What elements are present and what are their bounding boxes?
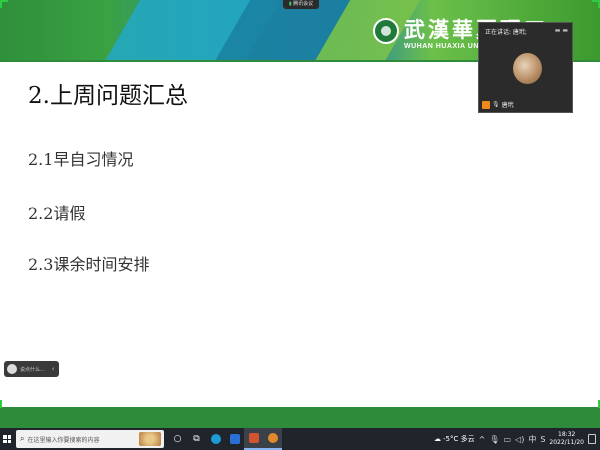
university-seal-icon: [373, 18, 399, 44]
slide-footer-band: [0, 407, 600, 428]
mail-icon[interactable]: [225, 428, 244, 450]
participant-avatar: [513, 53, 542, 84]
chat-placeholder: 说点什么...: [20, 366, 45, 373]
weather-text: -5°C 多云: [443, 435, 475, 443]
participant-name: 唐玳: [501, 102, 514, 109]
ime-icon[interactable]: S: [540, 435, 545, 444]
screen: 武漢華夏理工 WUHAN HUAXIA UNIVERSITY ▮ 腾讯会议 2.…: [0, 0, 600, 450]
share-border-corner: [0, 0, 2, 8]
search-placeholder: 在这里输入你要搜索的内容: [27, 436, 100, 444]
slide-title: 2.上周问题汇总: [28, 83, 188, 109]
system-tray: ☁ -5°C 多云 ^ 🎙 ▭ ◁) 中 S 18:32 2022/11/20: [434, 431, 600, 447]
weather-widget[interactable]: ☁ -5°C 多云: [434, 434, 475, 444]
clock-date: 2022/11/20: [549, 439, 584, 446]
input-method-indicator[interactable]: 中: [528, 434, 536, 445]
chat-input-pill[interactable]: 说点什么... ‹: [4, 361, 59, 377]
chevron-up-icon[interactable]: ^: [479, 435, 486, 444]
edge-icon[interactable]: [206, 428, 225, 450]
search-icon: ⌕: [20, 434, 25, 443]
taskbar: ⌕ 在这里输入你要搜索的内容 ○ ⧉ ☁ -5°C 多云 ^ 🎙 ▭ ◁) 中 …: [0, 428, 600, 450]
video-tile[interactable]: 正在讲话: 唐玳; ▬ ▬ 🎙 唐玳: [478, 22, 573, 113]
task-view-icon[interactable]: ⧉: [187, 428, 206, 450]
taskbar-search[interactable]: ⌕ 在这里输入你要搜索的内容: [16, 430, 164, 448]
tile-controls-icon[interactable]: ▬ ▬: [555, 27, 568, 34]
speaking-indicator: 正在讲话: 唐玳;: [485, 29, 527, 36]
microphone-icon: 🎙: [492, 101, 500, 108]
host-icon: [482, 100, 490, 109]
meeting-indicator[interactable]: ▮ 腾讯会议: [283, 0, 319, 9]
chevron-left-icon[interactable]: ‹: [52, 365, 55, 373]
volume-icon[interactable]: ◁): [515, 435, 524, 444]
signal-icon: ▮: [288, 1, 292, 7]
tencent-meeting-icon[interactable]: [263, 428, 282, 450]
microphone-tray-icon[interactable]: 🎙: [489, 435, 499, 444]
powerpoint-icon[interactable]: [244, 428, 263, 450]
start-button[interactable]: [0, 428, 14, 450]
clock-time: 18:32: [558, 431, 576, 438]
pinned-apps: ○ ⧉: [168, 428, 282, 450]
clock[interactable]: 18:32 2022/11/20: [549, 431, 584, 447]
search-highlight-image: [139, 432, 161, 446]
share-border-corner: [0, 400, 2, 408]
emoji-icon[interactable]: [7, 364, 17, 374]
notification-icon[interactable]: [588, 434, 596, 444]
weather-icon: ☁: [434, 435, 442, 443]
meeting-label: 腾讯会议: [293, 1, 314, 7]
slide-item: 2.1早自习情况: [28, 150, 134, 169]
slide-item: 2.3课余时间安排: [28, 255, 150, 274]
slide-item: 2.2请假: [28, 204, 86, 223]
windows-logo-icon: [3, 435, 11, 443]
network-icon[interactable]: ▭: [503, 435, 511, 444]
tile-footer: 🎙 唐玳: [482, 100, 514, 109]
cortana-icon[interactable]: ○: [168, 428, 187, 450]
